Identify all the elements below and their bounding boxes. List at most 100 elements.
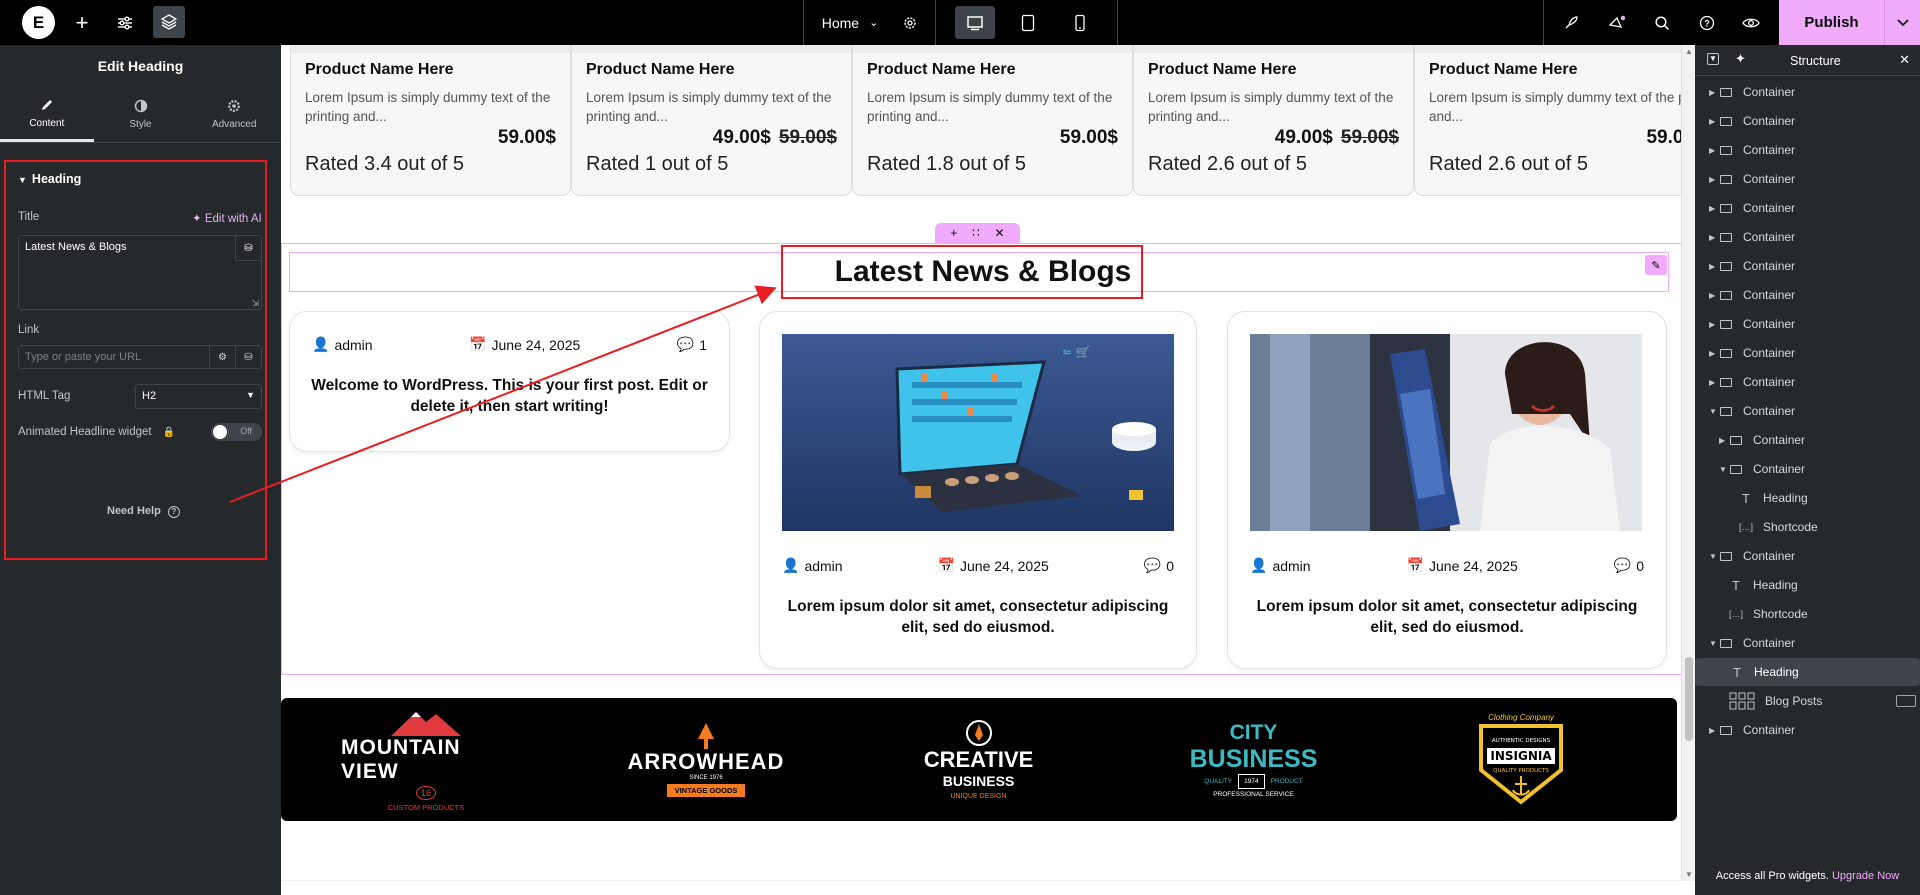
structure-item-container[interactable]: ▼ Container	[1695, 455, 1920, 483]
structure-item-container[interactable]: ▶ Container	[1695, 281, 1920, 309]
caret-right-icon[interactable]: ▶	[1709, 291, 1719, 300]
user-icon: 👤	[312, 336, 330, 352]
user-icon: 👤	[782, 557, 800, 573]
structure-item-shortcode[interactable]: […] Shortcode	[1695, 600, 1920, 628]
caret-right-icon[interactable]: ▶	[1709, 204, 1719, 213]
blog-post-card[interactable]: 👤 admin 📅 June 24, 2025 💬 0 Lorem ipsum dol…	[1227, 311, 1667, 669]
post-comments: 💬 0	[1143, 557, 1174, 574]
vertical-scrollbar[interactable]: ▲ ▼	[1681, 45, 1695, 881]
caret-right-icon[interactable]: ▶	[1709, 726, 1719, 735]
post-image-laptop-shop[interactable]: ≈ 🛒	[782, 334, 1174, 531]
page-settings-gear-icon[interactable]	[895, 0, 925, 45]
scroll-up-icon[interactable]: ▲	[1685, 47, 1693, 56]
structure-item-container[interactable]: ▶ Container	[1695, 136, 1920, 164]
caret-right-icon[interactable]: ▶	[1709, 146, 1719, 155]
caret-right-icon[interactable]: ▶	[1709, 349, 1719, 358]
structure-item-label: Container	[1743, 317, 1796, 331]
structure-item-container[interactable]: ▶ Container	[1695, 426, 1920, 454]
caret-right-icon[interactable]: ▶	[1709, 378, 1719, 387]
product-card[interactable]: Product Name Here Lorem Ipsum is simply …	[1133, 45, 1414, 196]
edit-widget-pencil-icon[interactable]: ✎	[1645, 255, 1667, 275]
structure-item-heading[interactable]: T Heading	[1695, 571, 1920, 599]
structure-item-container[interactable]: ▶ Container	[1695, 368, 1920, 396]
upgrade-now-link[interactable]: Upgrade Now	[1832, 870, 1899, 882]
post-title[interactable]: Welcome to WordPress. This is your first…	[310, 375, 709, 417]
chevron-down-icon: ⌄	[869, 17, 879, 29]
mobile-view-button[interactable]	[1060, 0, 1100, 45]
vertical-scroll-thumb[interactable]	[1685, 657, 1693, 741]
structure-item-heading[interactable]: T Heading	[1695, 658, 1920, 686]
preview-eye-icon[interactable]	[1736, 0, 1766, 45]
ai-sparkle-icon[interactable]: ✦	[1735, 51, 1746, 67]
structure-item-container[interactable]: ▶ Container	[1695, 78, 1920, 106]
structure-item-label: Container	[1743, 549, 1796, 563]
logo-mountain-view: MOUNTAIN VIEW 16 CUSTOM PRODUCTS	[341, 698, 511, 821]
page-selector[interactable]: Home ⌄	[815, 0, 885, 45]
structure-toggle-icon[interactable]	[153, 6, 185, 38]
rocket-icon[interactable]	[1556, 0, 1586, 45]
desktop-view-button[interactable]	[955, 6, 995, 39]
product-card[interactable]: Product Name Here Lorem Ipsum is simply …	[1414, 45, 1686, 196]
notifications-megaphone-icon[interactable]	[1602, 0, 1632, 45]
structure-item-container[interactable]: ▶ Container	[1695, 165, 1920, 193]
product-card[interactable]: Product Name Here Lorem Ipsum is simply …	[571, 45, 852, 196]
structure-item-container[interactable]: ▶ Container	[1695, 716, 1920, 744]
caret-down-icon[interactable]: ▼	[1709, 407, 1719, 416]
structure-item-container[interactable]: ▼ Container	[1695, 542, 1920, 570]
caret-right-icon[interactable]: ▶	[1709, 320, 1719, 329]
post-image-clothing-shopper[interactable]	[1250, 334, 1642, 531]
product-desc: Lorem Ipsum is simply dummy text of the …	[867, 90, 1113, 124]
caret-right-icon[interactable]: ▶	[1709, 88, 1719, 97]
structure-item-container[interactable]: ▶ Container	[1695, 310, 1920, 338]
tab-advanced[interactable]: Advanced	[187, 87, 281, 142]
caret-right-icon[interactable]: ▶	[1709, 175, 1719, 184]
product-card[interactable]: Product Name Here Lorem Ipsum is simply …	[290, 45, 571, 196]
visibility-badge-icon[interactable]	[1896, 695, 1916, 707]
scroll-down-icon[interactable]: ▼	[1685, 870, 1693, 879]
caret-down-icon[interactable]: ▼	[1719, 465, 1729, 474]
collapse-all-icon[interactable]: ▼	[1707, 53, 1719, 65]
blog-post-card[interactable]: ≈ 🛒 👤 admin 📅 June 24, 2025 💬 0 Lorem ipsum…	[759, 311, 1197, 669]
structure-item-container[interactable]: ▶ Container	[1695, 339, 1920, 367]
caret-down-icon[interactable]: ▼	[1709, 639, 1719, 648]
post-title[interactable]: Lorem ipsum dolor sit amet, consectetur …	[1248, 596, 1646, 638]
help-icon[interactable]: ?	[1692, 0, 1722, 45]
structure-item-container[interactable]: ▶ Container	[1695, 252, 1920, 280]
site-settings-icon[interactable]	[110, 0, 140, 45]
drag-handle-icon[interactable]: ∷	[972, 226, 980, 240]
close-icon[interactable]: ✕	[1899, 52, 1910, 68]
structure-item-container[interactable]: ▼ Container	[1695, 397, 1920, 425]
tab-style[interactable]: Style	[94, 87, 188, 142]
caret-right-icon[interactable]: ▶	[1709, 233, 1719, 242]
publish-button[interactable]: Publish	[1779, 0, 1920, 45]
product-card[interactable]: Product Name Here Lorem Ipsum is simply …	[852, 45, 1133, 196]
tab-content[interactable]: Content	[0, 87, 94, 142]
structure-item-label: Shortcode	[1763, 520, 1818, 534]
elementor-logo[interactable]: E	[22, 6, 55, 39]
product-desc: Lorem Ipsum is simply dummy text of the …	[1148, 90, 1394, 124]
caret-right-icon[interactable]: ▶	[1719, 436, 1729, 445]
structure-item-shortcode[interactable]: […] Shortcode	[1695, 513, 1920, 541]
delete-section-icon[interactable]: ✕	[995, 226, 1005, 240]
structure-item-label: Container	[1743, 288, 1796, 302]
caret-down-icon[interactable]: ▼	[1709, 552, 1719, 561]
search-icon[interactable]	[1647, 0, 1677, 45]
publish-options-chevron-icon[interactable]	[1884, 0, 1920, 45]
structure-item-container[interactable]: ▶ Container	[1695, 194, 1920, 222]
structure-item-container[interactable]: ▶ Container	[1695, 223, 1920, 251]
old-price: 59.00$	[778, 127, 837, 148]
add-section-icon[interactable]: +	[950, 226, 957, 240]
add-element-icon[interactable]: +	[68, 0, 96, 45]
post-title[interactable]: Lorem ipsum dolor sit amet, consectetur …	[780, 596, 1176, 638]
tablet-view-button[interactable]	[1008, 0, 1048, 45]
horizontal-scrollbar[interactable]: ◀ ▶	[281, 880, 1695, 881]
structure-item-label: Heading	[1753, 578, 1798, 592]
structure-item-posts[interactable]: Blog Posts	[1695, 687, 1920, 715]
caret-right-icon[interactable]: ▶	[1709, 262, 1719, 271]
blog-post-card[interactable]: 👤 admin 📅 June 24, 2025 💬 1 Welcome to Word…	[289, 311, 730, 452]
caret-right-icon[interactable]: ▶	[1709, 117, 1719, 126]
section-handle[interactable]: + ∷ ✕	[935, 223, 1020, 243]
structure-item-container[interactable]: ▼ Container	[1695, 629, 1920, 657]
structure-item-heading[interactable]: T Heading	[1695, 484, 1920, 512]
structure-item-container[interactable]: ▶ Container	[1695, 107, 1920, 135]
